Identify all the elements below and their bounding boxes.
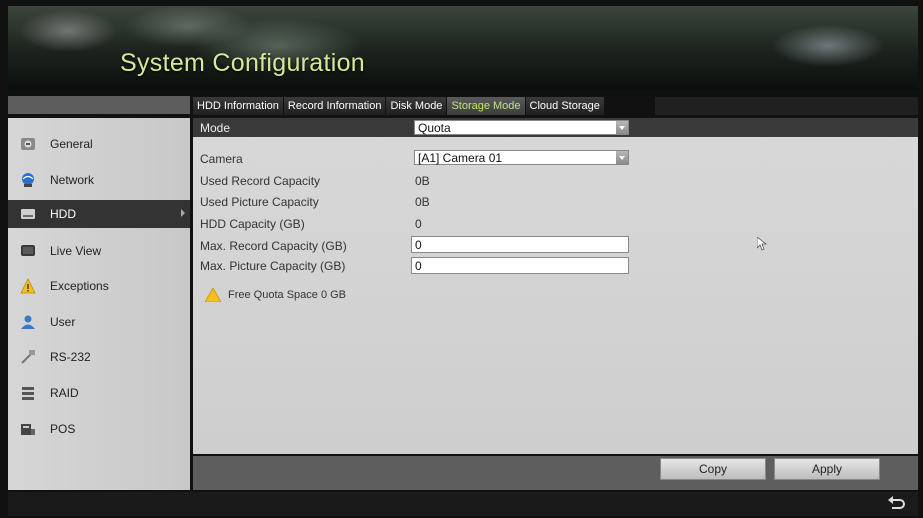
sidebar-item-label: General — [50, 137, 93, 151]
camera-select-value: [A1] Camera 01 — [418, 151, 503, 165]
hdd-capacity-value: 0 — [415, 217, 422, 231]
app-window: System Configuration General Network HDD — [0, 0, 923, 518]
pos-icon — [20, 421, 36, 437]
max-picture-capacity-input[interactable] — [411, 257, 629, 274]
chevron-down-icon — [616, 151, 628, 164]
header-banner: System Configuration — [8, 6, 918, 90]
mode-label: Mode — [200, 121, 231, 135]
raid-icon — [20, 385, 36, 401]
camera-label: Camera — [200, 152, 243, 166]
sidebar-item-label: Exceptions — [50, 279, 109, 293]
footer-bar — [8, 492, 918, 516]
warning-icon — [20, 278, 36, 294]
tab-bar: HDD Information Record Information Disk … — [193, 97, 605, 115]
mode-select[interactable]: Quota — [414, 120, 629, 135]
page-title: System Configuration — [120, 49, 366, 77]
live-view-icon — [20, 243, 36, 259]
mode-row: Mode Quota — [193, 118, 918, 137]
sidebar-item-label: User — [50, 315, 76, 329]
used-record-capacity-label: Used Record Capacity — [200, 174, 321, 188]
chevron-right-icon — [181, 209, 185, 217]
user-icon — [20, 314, 36, 330]
hdd-capacity-label: HDD Capacity (GB) — [200, 217, 305, 231]
sidebar-item-user[interactable]: User — [8, 308, 190, 336]
chevron-down-icon — [616, 121, 628, 134]
mouse-cursor-icon — [756, 236, 768, 256]
sidebar-item-general[interactable]: General — [8, 130, 190, 158]
rs232-icon — [20, 349, 36, 365]
sidebar-item-network[interactable]: Network — [8, 166, 190, 194]
max-record-capacity-label: Max. Record Capacity (GB) — [200, 239, 347, 253]
used-picture-capacity-value: 0B — [415, 195, 430, 209]
storage-mode-panel: Mode Quota Camera [A1] Camera 01 Used Re… — [193, 118, 918, 454]
sidebar-item-label: RS-232 — [50, 350, 91, 364]
sidebar-item-label: POS — [50, 422, 76, 436]
back-icon[interactable] — [888, 496, 906, 512]
sidebar-item-rs232[interactable]: RS-232 — [8, 343, 190, 371]
max-record-capacity-input[interactable] — [411, 236, 629, 253]
tab-cloud-storage[interactable]: Cloud Storage — [525, 97, 605, 115]
sidebar-item-hdd[interactable]: HDD — [8, 200, 190, 228]
mode-select-value: Quota — [418, 121, 451, 135]
tab-storage-mode[interactable]: Storage Mode — [447, 97, 526, 115]
sidebar-top-strip — [8, 96, 190, 114]
bottom-action-bar: Copy Apply — [193, 456, 918, 490]
hdd-icon — [20, 206, 36, 222]
max-picture-capacity-label: Max. Picture Capacity (GB) — [200, 259, 346, 273]
used-record-capacity-value: 0B — [415, 174, 430, 188]
sidebar-item-label: HDD — [50, 207, 76, 221]
general-icon — [20, 136, 36, 152]
camera-select[interactable]: [A1] Camera 01 — [414, 150, 629, 165]
tab-hdd-information[interactable]: HDD Information — [193, 97, 284, 115]
sidebar-item-label: Live View — [50, 244, 102, 258]
sidebar-item-live-view[interactable]: Live View — [8, 237, 190, 265]
apply-button[interactable]: Apply — [774, 458, 880, 480]
sidebar-item-pos[interactable]: POS — [8, 415, 190, 443]
network-icon — [20, 172, 36, 188]
sidebar-item-label: RAID — [50, 386, 79, 400]
sidebar-item-exceptions[interactable]: Exceptions — [8, 272, 190, 300]
tab-disk-mode[interactable]: Disk Mode — [386, 97, 448, 115]
sidebar-item-label: Network — [50, 173, 95, 187]
tab-record-information[interactable]: Record Information — [283, 97, 387, 115]
free-quota-text: Free Quota Space 0 GB — [228, 289, 347, 301]
warning-icon — [204, 287, 222, 307]
sidebar-item-raid[interactable]: RAID — [8, 379, 190, 407]
used-picture-capacity-label: Used Picture Capacity — [200, 195, 319, 209]
sidebar: General Network HDD Live View Exceptions… — [8, 118, 190, 490]
copy-button[interactable]: Copy — [660, 458, 766, 480]
tab-bar-filler — [655, 97, 918, 115]
